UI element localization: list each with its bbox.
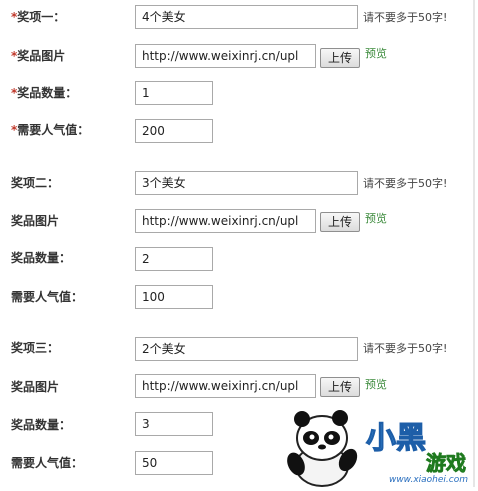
prize-3-image-url-input[interactable]: http://www.weixinrj.cn/upl [135, 374, 316, 398]
prize-1-upload-button[interactable]: 上传 [320, 48, 360, 68]
prize-3-preview-link[interactable]: 预览 [365, 378, 387, 391]
prize-2-count-label: 奖品数量： [11, 251, 72, 265]
prize-1-count-label: *奖品数量： [11, 86, 78, 100]
prize-2-name-hint: 请不要多于50字! [363, 177, 448, 190]
prize-1-count-input[interactable]: 1 [135, 81, 213, 105]
prize-3-count-input[interactable]: 3 [135, 412, 213, 436]
prize-2-count-input[interactable]: 2 [135, 247, 213, 271]
prize-2-popularity-label: 需要人气值： [11, 290, 84, 304]
prize-2-name-input[interactable]: 3个美女 [135, 171, 358, 195]
prize-3-name-label: 奖项三： [11, 341, 60, 355]
prize-1-image-url-input[interactable]: http://www.weixinrj.cn/upl [135, 44, 316, 68]
prize-2-upload-button[interactable]: 上传 [320, 212, 360, 232]
watermark-site-text: www.xiaohei.com [388, 475, 468, 485]
prize-1-name-input[interactable]: 4个美女 [135, 5, 358, 29]
prize-3-upload-button[interactable]: 上传 [320, 377, 360, 397]
prize-1-popularity-label: *需要人气值： [11, 123, 90, 137]
prize-3-popularity-label: 需要人气值： [11, 456, 84, 470]
prize-2-popularity-input[interactable]: 100 [135, 285, 213, 309]
prize-3-count-label: 奖品数量： [11, 418, 72, 432]
prize-2-preview-link[interactable]: 预览 [365, 212, 387, 225]
prize-2-name-label: 奖项二： [11, 176, 60, 190]
prize-1-popularity-input[interactable]: 200 [135, 119, 213, 143]
svg-text:小黑: 小黑 [366, 421, 426, 456]
prize-1-name-hint: 请不要多于50字! [363, 11, 448, 24]
prize-2-image-url-input[interactable]: http://www.weixinrj.cn/upl [135, 209, 316, 233]
svg-text:游戏: 游戏 [426, 451, 466, 475]
prize-3-popularity-input[interactable]: 50 [135, 451, 213, 475]
prize-1-name-label: *奖项一： [11, 10, 66, 24]
prize-3-name-input[interactable]: 2个美女 [135, 337, 358, 361]
xiaohei-watermark-logo: 小黑 游戏 www.xiaohei.com [278, 408, 478, 487]
prize-1-image-label: *奖品图片 [11, 49, 66, 63]
prize-3-name-hint: 请不要多于50字! [363, 342, 448, 355]
prize-3-image-label: 奖品图片 [11, 380, 60, 394]
prize-1-preview-link[interactable]: 预览 [365, 47, 387, 60]
prize-2-image-label: 奖品图片 [11, 214, 60, 228]
